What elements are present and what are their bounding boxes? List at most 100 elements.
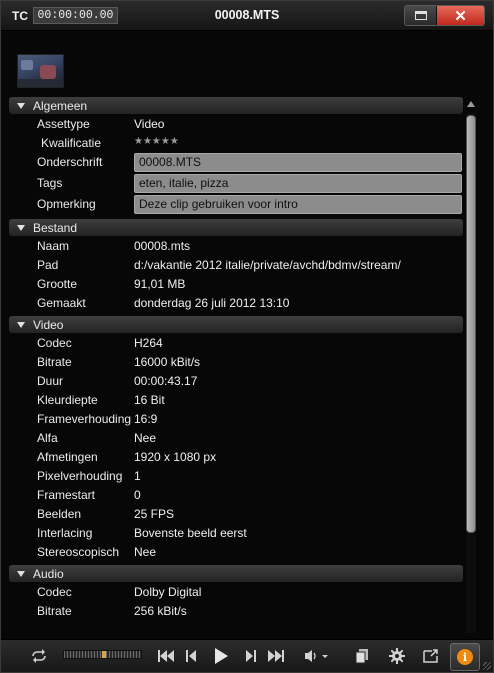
property-row: Codec H264 <box>9 333 463 352</box>
volume-icon[interactable] <box>303 646 331 666</box>
timecode-display[interactable]: 00:00:00.00 <box>33 7 118 24</box>
property-row: Grootte 91,01 MB <box>9 274 463 293</box>
property-label: Grootte <box>37 277 78 291</box>
jog-shuttle[interactable] <box>63 650 142 659</box>
property-row: Opmerking Deze clip gebruiken voor intro <box>9 194 463 215</box>
property-label: Codec <box>37 585 72 599</box>
property-value: d:/vakantie 2012 italie/private/avchd/bd… <box>134 258 401 272</box>
property-label: Kleurdiepte <box>37 393 98 407</box>
tags-field[interactable]: eten, italie, pizza <box>134 174 462 193</box>
property-label: Alfa <box>37 431 58 445</box>
property-value: 1920 x 1080 px <box>134 450 217 464</box>
maximize-button[interactable] <box>405 6 437 25</box>
rating-stars[interactable]: ★★★★★ <box>134 136 179 147</box>
section-audio: Audio Codec Dolby Digital Bitrate 256 kBit… <box>9 565 463 620</box>
section-header-audio[interactable]: Audio <box>9 565 463 582</box>
section-title: Video <box>33 317 64 332</box>
property-value: Dolby Digital <box>134 585 202 599</box>
properties-panel: Algemeen Assettype Video Kwalificatie ★★… <box>9 97 463 635</box>
property-value: Video <box>134 117 165 131</box>
property-label: Frameverhouding <box>37 412 132 426</box>
property-row: Kleurdiepte 16 Bit <box>9 390 463 409</box>
property-label: Duur <box>37 374 64 388</box>
property-label: Assettype <box>37 117 90 131</box>
play-icon[interactable] <box>211 646 231 666</box>
property-row: Beelden 25 FPS <box>9 504 463 523</box>
maximize-icon <box>414 11 427 20</box>
property-label: Onderschrift <box>37 155 103 169</box>
property-row: Interlacing Bovenste beeld eerst <box>9 523 463 542</box>
property-value: Bovenste beeld eerst <box>134 526 247 540</box>
section-title: Bestand <box>33 220 78 235</box>
go-to-start-icon[interactable] <box>155 646 177 666</box>
scrollbar-thumb[interactable] <box>466 115 476 533</box>
export-icon[interactable] <box>420 646 442 666</box>
clip-thumbnail[interactable] <box>17 54 64 88</box>
property-row: Stereoscopisch Nee <box>9 542 463 561</box>
property-label: Beelden <box>37 507 82 521</box>
property-value: 1 <box>134 469 141 483</box>
property-value: donderdag 26 juli 2012 13:10 <box>134 296 290 310</box>
settings-icon[interactable] <box>386 646 408 666</box>
timecode-label: TC <box>12 9 28 23</box>
copy-icon[interactable] <box>351 646 373 666</box>
property-value: 00:00:43.17 <box>134 374 198 388</box>
property-row: Pixelverhouding 1 <box>9 466 463 485</box>
section-header-bestand[interactable]: Bestand <box>9 219 463 236</box>
property-value: 16:9 <box>134 412 158 426</box>
property-row: Gemaakt donderdag 26 juli 2012 13:10 <box>9 293 463 312</box>
property-label: Tags <box>37 176 63 190</box>
comment-field[interactable]: Deze clip gebruiken voor intro <box>134 195 462 214</box>
info-button[interactable]: i <box>450 643 480 671</box>
next-frame-icon[interactable] <box>242 646 260 666</box>
property-label: Naam <box>37 239 70 253</box>
property-row: Onderschrift 00008.MTS <box>9 152 463 173</box>
property-row: Afmetingen 1920 x 1080 px <box>9 447 463 466</box>
property-label: Afmetingen <box>37 450 98 464</box>
go-to-end-icon[interactable] <box>265 646 287 666</box>
previous-frame-icon[interactable] <box>182 646 200 666</box>
property-row: Naam 00008.mts <box>9 236 463 255</box>
property-value: H264 <box>134 336 163 350</box>
property-value: 00008.mts <box>134 239 191 253</box>
property-value: 16000 kBit/s <box>134 355 201 369</box>
property-value: Nee <box>134 431 157 445</box>
property-row: Frameverhouding 16:9 <box>9 409 463 428</box>
property-label: Framestart <box>37 488 96 502</box>
property-label: Bitrate <box>37 604 72 618</box>
section-header-algemeen[interactable]: Algemeen <box>9 97 463 114</box>
window-controls: ✕ <box>404 5 485 26</box>
property-row: Assettype Video <box>9 114 463 133</box>
property-label: Stereoscopisch <box>37 545 120 559</box>
property-label: Gemaakt <box>37 296 86 310</box>
property-row: Bitrate 256 kBit/s <box>9 601 463 620</box>
collapse-triangle-icon <box>17 321 25 328</box>
property-row: Duur 00:00:43.17 <box>9 371 463 390</box>
clip-info-window: TC 00:00:00.00 00008.MTS ✕ Algemeen Asse… <box>0 0 494 673</box>
section-video: Video Codec H264 Bitrate 16000 kBit/s Duur… <box>9 316 463 561</box>
resize-grip-icon[interactable] <box>483 662 491 670</box>
collapse-triangle-icon <box>17 570 25 577</box>
section-bestand: Bestand Naam 00008.mts Pad d:/vakantie 201… <box>9 219 463 312</box>
property-label: Codec <box>37 336 72 350</box>
property-value: 256 kBit/s <box>134 604 187 618</box>
collapse-triangle-icon <box>17 102 25 109</box>
property-row: Framestart 0 <box>9 485 463 504</box>
property-row: Kwalificatie ★★★★★ <box>9 133 463 152</box>
title-bar[interactable]: TC 00:00:00.00 00008.MTS ✕ <box>1 1 493 31</box>
close-button[interactable]: ✕ <box>437 6 484 25</box>
section-algemeen: Algemeen Assettype Video Kwalificatie ★★… <box>9 97 463 215</box>
section-header-video[interactable]: Video <box>9 316 463 333</box>
caption-field[interactable]: 00008.MTS <box>134 153 462 172</box>
section-title: Algemeen <box>33 98 88 113</box>
loop-icon[interactable] <box>27 646 51 666</box>
property-row: Codec Dolby Digital <box>9 582 463 601</box>
scroll-up-arrow-icon[interactable] <box>467 99 476 109</box>
property-label: Pad <box>37 258 59 272</box>
property-row: Bitrate 16000 kBit/s <box>9 352 463 371</box>
collapse-triangle-icon <box>17 224 25 231</box>
property-row: Alfa Nee <box>9 428 463 447</box>
property-row: Tags eten, italie, pizza <box>9 173 463 194</box>
close-icon: ✕ <box>454 7 467 25</box>
transport-toolbar: i <box>1 639 493 672</box>
